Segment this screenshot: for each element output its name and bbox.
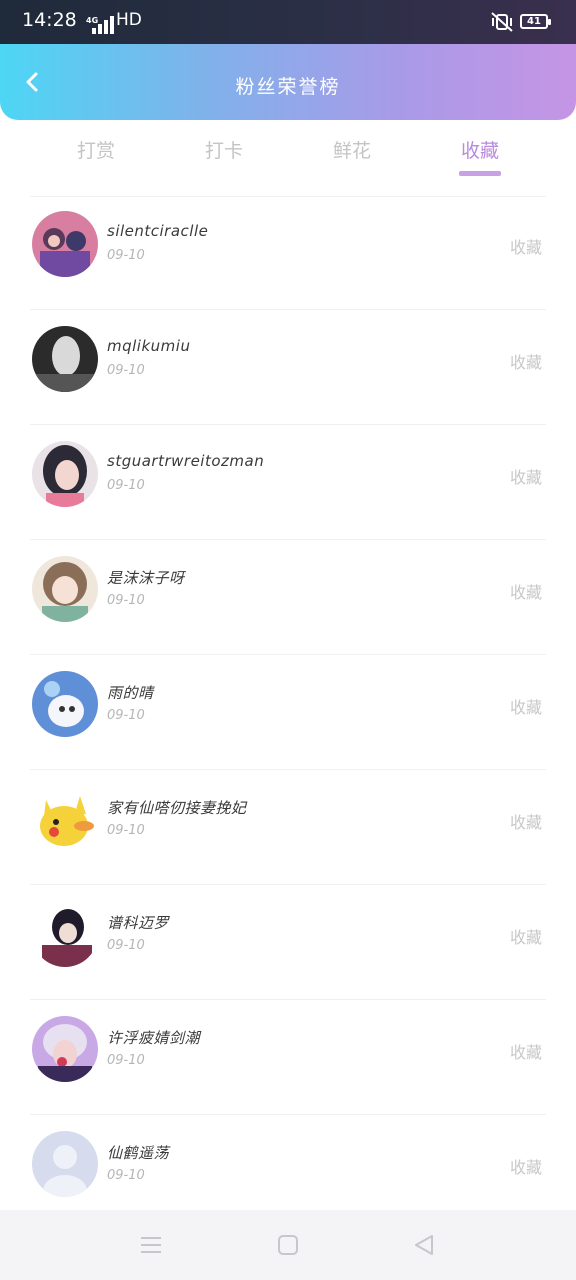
- favorite-action[interactable]: 收藏: [510, 1039, 542, 1063]
- divider: [30, 1114, 546, 1115]
- divider: [30, 999, 546, 1000]
- battery-level: 41: [527, 16, 541, 27]
- favorite-action[interactable]: 收藏: [510, 349, 542, 373]
- fan-date: 09-10: [107, 823, 145, 838]
- fan-date: 09-10: [107, 478, 145, 493]
- avatar: [32, 901, 98, 967]
- fan-name: 是沫沫子呀: [107, 569, 185, 587]
- avatar: [32, 326, 98, 392]
- fan-date: 09-10: [107, 248, 145, 263]
- page-title: 粉丝荣誉榜: [235, 76, 341, 98]
- fan-date: 09-10: [107, 1053, 145, 1068]
- fan-name: 雨的晴: [107, 684, 154, 702]
- tab-bar: 打赏 打卡 鲜花 收藏: [0, 120, 576, 192]
- favorite-action[interactable]: 收藏: [510, 1154, 542, 1178]
- divider: [30, 424, 546, 425]
- fan-name: stguartrwreitozman: [107, 452, 265, 470]
- list-item[interactable]: 谱科迈罗 09-10 收藏: [0, 886, 576, 1001]
- fan-date: 09-10: [107, 938, 145, 953]
- signal-icon: [92, 16, 114, 34]
- fan-name: 许浮疲婧剑潮: [107, 1029, 201, 1047]
- tab-reward[interactable]: 打赏: [51, 136, 141, 163]
- avatar: [32, 1016, 98, 1082]
- list-item[interactable]: 雨的晴 09-10 收藏: [0, 656, 576, 771]
- list-item[interactable]: 许浮疲婧剑潮 09-10 收藏: [0, 1001, 576, 1116]
- divider: [30, 654, 546, 655]
- favorite-action[interactable]: 收藏: [510, 464, 542, 488]
- list-item[interactable]: 家有仙嗒仞接妻挽妃 09-10 收藏: [0, 771, 576, 886]
- avatar: [32, 556, 98, 622]
- favorite-action[interactable]: 收藏: [510, 579, 542, 603]
- menu-icon[interactable]: [138, 1232, 164, 1258]
- fan-date: 09-10: [107, 1168, 145, 1183]
- system-nav-bar: [0, 1210, 576, 1280]
- fan-date: 09-10: [107, 363, 145, 378]
- tab-favorites[interactable]: 收藏: [435, 136, 525, 163]
- avatar: [32, 211, 98, 277]
- fan-name: 仙鹤遥荡: [107, 1144, 170, 1162]
- avatar: [32, 786, 98, 852]
- fan-date: 09-10: [107, 708, 145, 723]
- hd-indicator: HD: [116, 10, 142, 30]
- avatar: [32, 671, 98, 737]
- active-tab-indicator: [459, 171, 501, 176]
- list-item[interactable]: stguartrwreitozman 09-10 收藏: [0, 426, 576, 541]
- divider: [30, 539, 546, 540]
- tab-flowers[interactable]: 鲜花: [307, 136, 397, 163]
- page-header: 粉丝荣誉榜: [0, 44, 576, 120]
- fan-name: mqlikumiu: [107, 337, 191, 355]
- list-item[interactable]: silentciraclle 09-10 收藏: [0, 196, 576, 311]
- divider: [30, 769, 546, 770]
- battery-icon: 41: [520, 14, 551, 29]
- favorite-action[interactable]: 收藏: [510, 234, 542, 258]
- divider: [30, 309, 546, 310]
- avatar: [32, 441, 98, 507]
- fan-name: 家有仙嗒仞接妻挽妃: [107, 799, 247, 817]
- tab-checkin[interactable]: 打卡: [179, 136, 269, 163]
- fan-name: 谱科迈罗: [107, 914, 170, 932]
- vibrate-mute-icon: [491, 12, 513, 32]
- status-bar: 14:28 4G HD 41: [0, 0, 576, 44]
- favorite-action[interactable]: 收藏: [510, 694, 542, 718]
- list-item[interactable]: 是沫沫子呀 09-10 收藏: [0, 541, 576, 656]
- status-time: 14:28: [22, 9, 77, 31]
- favorite-action[interactable]: 收藏: [510, 809, 542, 833]
- fan-name: silentciraclle: [107, 222, 209, 240]
- avatar: [32, 1131, 98, 1197]
- back-triangle-icon[interactable]: [411, 1232, 437, 1258]
- favorite-action[interactable]: 收藏: [510, 924, 542, 948]
- divider: [30, 884, 546, 885]
- home-icon[interactable]: [275, 1232, 301, 1258]
- list-item[interactable]: mqlikumiu 09-10 收藏: [0, 311, 576, 426]
- fan-date: 09-10: [107, 593, 145, 608]
